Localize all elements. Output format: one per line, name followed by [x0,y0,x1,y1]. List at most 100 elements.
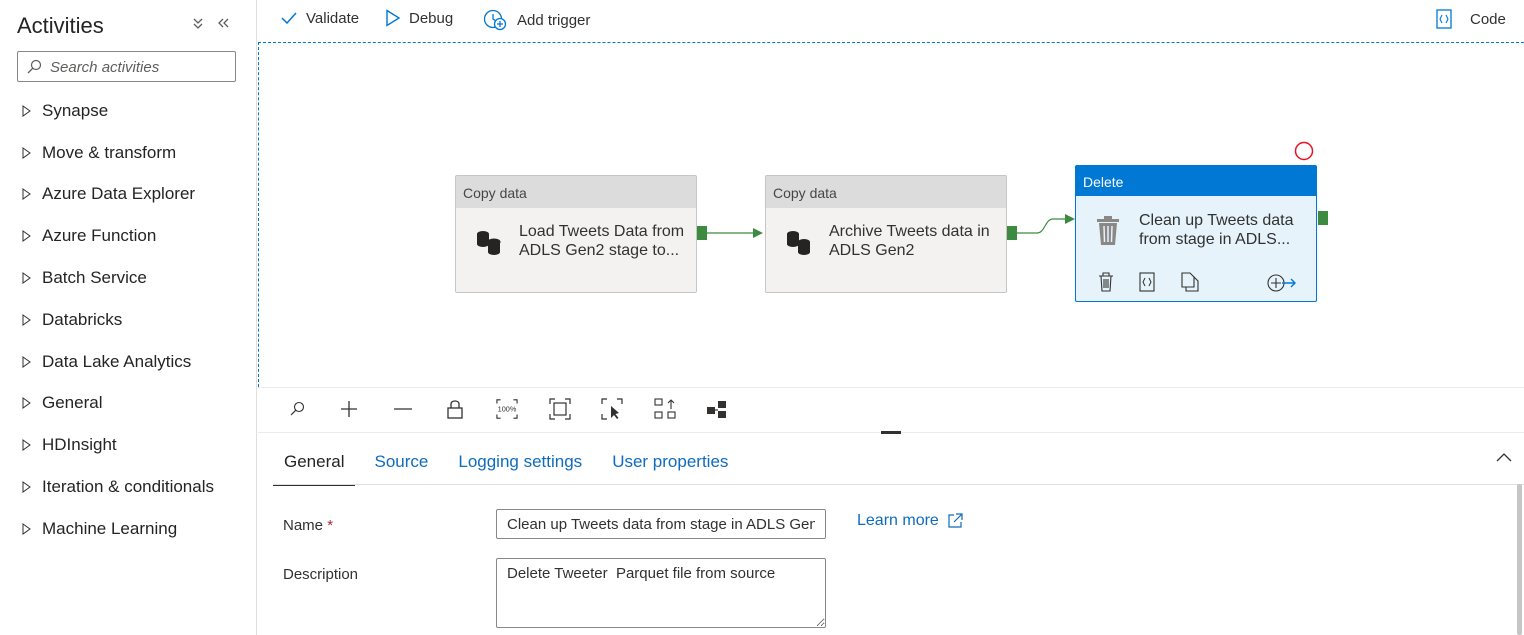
required-marker: * [327,517,334,534]
zoom-in-icon[interactable] [338,398,360,420]
add-trigger-button[interactable]: Add trigger [483,9,590,31]
category-label: Move & transform [42,142,177,162]
show-layout-icon[interactable] [706,398,728,420]
pipeline-canvas[interactable]: Copy data Load Tweets Data from ADLS Gen2… [258,42,1524,387]
activity-name-line2: ADLS Gen2 stage to... [519,242,680,259]
tab-user-properties[interactable]: User properties [601,444,739,484]
expand-triangle-icon [22,104,31,117]
activity-name-line1: Archive Tweets data in [829,223,990,240]
tab-source[interactable]: Source [363,444,439,484]
delete-activity[interactable]: Delete Clean up Tweets data from stage in… [1075,165,1317,302]
trigger-icon [483,9,507,31]
database-copy-icon [787,231,810,255]
copy-data-activity-2[interactable]: Copy data Archive Tweets data in ADLS Gen… [765,175,1007,293]
category-label: Iteration & conditionals [42,477,214,497]
expand-triangle-icon [22,522,31,535]
success-output-port[interactable] [1007,226,1017,240]
auto-align-icon[interactable] [654,398,676,420]
expand-triangle-icon [22,481,31,494]
category-label: HDInsight [42,435,117,455]
category-list: Synapse Move & transform Azure Data Expl… [0,90,256,550]
debug-button[interactable]: Debug [385,9,453,27]
view-code-icon[interactable] [1139,272,1155,292]
category-item[interactable]: Move & transform [0,132,256,174]
canvas-zoom-toolbar: 100% [258,387,1524,431]
clone-icon[interactable] [1180,272,1200,292]
category-item[interactable]: Data Lake Analytics [0,341,256,383]
zoom-out-icon[interactable] [392,398,414,420]
code-icon [1436,9,1452,29]
zoom-100-icon[interactable]: 100% [496,398,518,420]
collapse-panel-icon[interactable] [1495,450,1513,468]
activity-name-line2: from stage in ADLS... [1139,231,1291,248]
category-item[interactable]: General [0,383,256,425]
category-item[interactable]: Synapse [0,90,256,132]
properties-panel: General Source Logging settings User pro… [258,434,1524,635]
category-item[interactable]: Machine Learning [0,508,256,550]
expand-triangle-icon [22,397,31,410]
search-input[interactable] [50,57,230,77]
success-output-port[interactable] [697,226,707,240]
category-label: Machine Learning [42,518,178,538]
activity-type-label: Copy data [456,176,696,208]
add-output-icon[interactable] [1266,273,1298,293]
category-label: Data Lake Analytics [42,351,192,371]
category-item[interactable]: Azure Data Explorer [0,174,256,216]
hide-sidebar-icon[interactable] [216,16,230,34]
tab-logging-settings[interactable]: Logging settings [447,444,593,484]
activities-sidebar: Activities Synapse Move & transform Azur… [0,0,257,635]
description-label: Description [283,566,359,583]
activity-name-line2: ADLS Gen2 [829,242,915,259]
activity-name-line1: Load Tweets Data from [519,223,685,240]
pipeline-toolbar: Validate Debug Add trigger Code [258,0,1524,41]
activity-name-line1: Clean up Tweets data [1139,212,1294,229]
panel-scrollbar[interactable] [1517,484,1522,635]
collapse-all-icon[interactable] [191,16,205,34]
expand-triangle-icon [22,355,31,368]
category-label: Azure Function [42,226,157,246]
tabs-underline [273,484,1524,485]
expand-triangle-icon [22,188,31,201]
success-output-port[interactable] [1318,211,1328,225]
svg-text:100%: 100% [498,405,517,414]
category-label: Batch Service [42,268,147,288]
add-trigger-label: Add trigger [517,11,591,29]
learn-more-label: Learn more [857,512,939,529]
dependency-arrow [707,228,763,238]
play-icon [386,9,401,27]
debug-label: Debug [409,9,454,27]
category-item[interactable]: Databricks [0,299,256,341]
database-copy-icon [477,231,501,255]
category-item[interactable]: Batch Service [0,257,256,299]
select-region-icon[interactable] [601,398,623,420]
code-button[interactable]: Code [1436,9,1506,29]
description-field[interactable]: Delete Tweeter Parquet file from source [496,558,826,628]
learn-more-link[interactable]: Learn more [857,512,963,530]
activity-type-label: Copy data [766,176,1006,208]
search-activities-box[interactable] [17,51,236,82]
expand-triangle-icon [22,230,31,243]
lock-canvas-icon[interactable] [444,398,466,420]
tab-general[interactable]: General [273,444,356,486]
properties-tabs: General Source Logging settings User pro… [273,444,747,486]
error-ring-icon [1294,141,1314,161]
copy-data-activity-1[interactable]: Copy data Load Tweets Data from ADLS Gen2… [455,175,697,293]
sidebar-title: Activities [17,13,104,38]
category-item[interactable]: Iteration & conditionals [0,466,256,508]
checkmark-icon [281,12,297,25]
search-icon [27,59,42,74]
trash-icon [1097,216,1119,245]
name-field[interactable] [496,509,826,539]
search-canvas-icon[interactable] [286,398,308,420]
expand-triangle-icon [22,146,31,159]
category-label: Azure Data Explorer [42,184,196,204]
validate-button[interactable]: Validate [280,9,359,27]
category-label: General [42,393,103,413]
category-item[interactable]: HDInsight [0,424,256,466]
code-label: Code [1470,10,1506,28]
delete-activity-icon[interactable] [1098,272,1114,292]
fit-to-screen-icon[interactable] [549,398,571,420]
external-link-icon [948,513,963,528]
dependency-arrow [1017,214,1075,234]
category-item[interactable]: Azure Function [0,215,256,257]
